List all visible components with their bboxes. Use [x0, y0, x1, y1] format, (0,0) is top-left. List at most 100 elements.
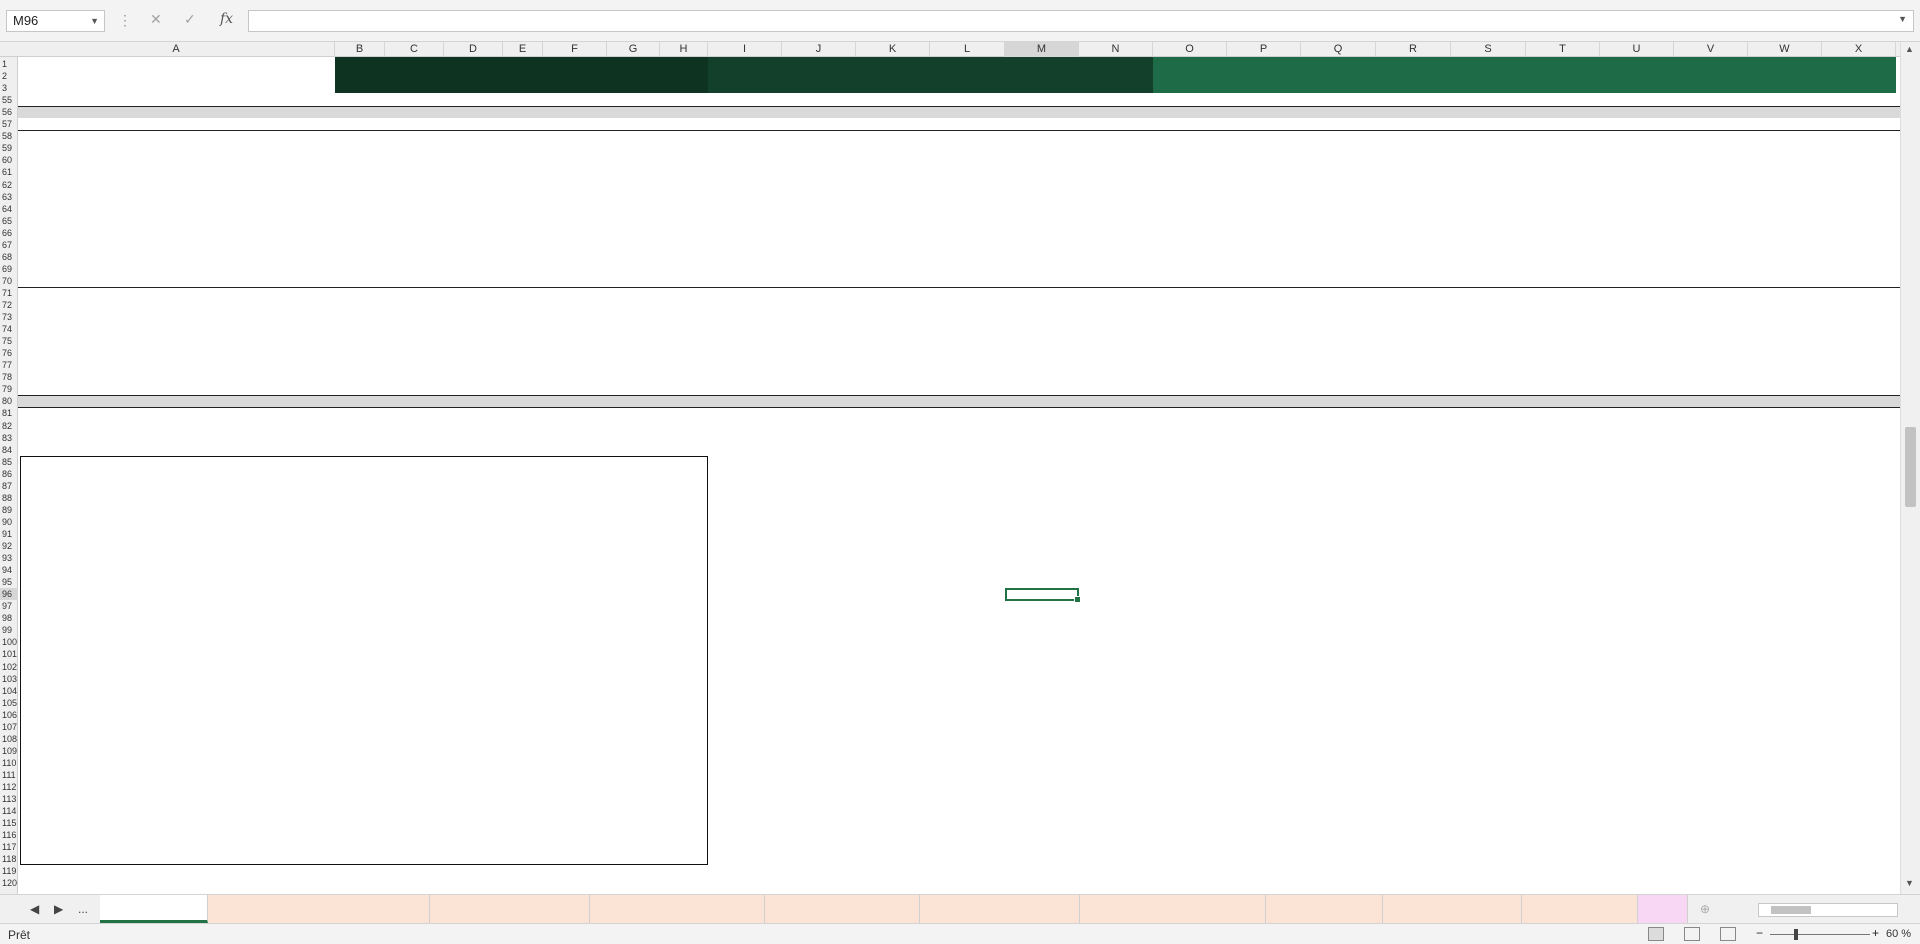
- recon-param-key[interactable]: [607, 516, 660, 528]
- cell-value[interactable]: [1528, 179, 1598, 191]
- recon-year[interactable]: [385, 564, 440, 576]
- cell-value[interactable]: [784, 191, 854, 203]
- cell-value[interactable]: [710, 347, 780, 359]
- row-header-90[interactable]: 90: [0, 516, 18, 528]
- row-header-104[interactable]: 104: [0, 685, 18, 697]
- name-box[interactable]: M96 ▼: [6, 10, 105, 32]
- cell-value[interactable]: [505, 191, 541, 203]
- cell-value[interactable]: [932, 227, 1003, 239]
- cell-value[interactable]: [1081, 347, 1151, 359]
- cell-value[interactable]: [1007, 179, 1077, 191]
- row-header-96[interactable]: 96: [0, 588, 18, 601]
- cell-value[interactable]: [1453, 227, 1524, 239]
- cell-value[interactable]: [1676, 407, 1746, 419]
- cell-value[interactable]: [1528, 166, 1598, 178]
- cell-value[interactable]: [1528, 335, 1598, 347]
- cell-value[interactable]: [1155, 154, 1225, 166]
- cell-value[interactable]: [545, 179, 605, 191]
- cell-value[interactable]: [1602, 154, 1672, 166]
- recon-param-key[interactable]: [607, 528, 660, 540]
- tab-debt-schedule[interactable]: [1522, 895, 1638, 923]
- cell-value[interactable]: [1378, 154, 1449, 166]
- recon-year[interactable]: [385, 528, 440, 540]
- cell-value[interactable]: [1824, 395, 1894, 407]
- recon-rate[interactable]: [444, 853, 499, 865]
- cell-value[interactable]: [609, 94, 658, 106]
- cell-value[interactable]: [545, 299, 605, 311]
- row-header-98[interactable]: 98: [0, 612, 18, 624]
- cell-value[interactable]: [1007, 323, 1077, 335]
- cell-value[interactable]: [932, 166, 1003, 178]
- page-break-view-icon[interactable]: [1720, 927, 1736, 941]
- cell-value[interactable]: [932, 203, 1003, 215]
- row-header-73[interactable]: 73: [0, 311, 18, 323]
- recon-rate[interactable]: [444, 552, 499, 564]
- tab-nol-schedule-unlevered[interactable]: [590, 895, 765, 923]
- cell-value[interactable]: [662, 94, 706, 106]
- cell-value[interactable]: [1750, 191, 1820, 203]
- cell-value[interactable]: [1378, 142, 1449, 154]
- column-header-k[interactable]: K: [856, 42, 930, 57]
- recon-rate[interactable]: [444, 600, 499, 612]
- cell-value[interactable]: [1528, 395, 1598, 407]
- row-header-91[interactable]: 91: [0, 528, 18, 540]
- cell-value[interactable]: [710, 191, 780, 203]
- scrollbar-thumb[interactable]: [1905, 427, 1916, 507]
- cell-value[interactable]: [858, 407, 928, 419]
- column-header-x[interactable]: X: [1822, 42, 1896, 57]
- cell-value[interactable]: [1750, 371, 1820, 383]
- row-header-108[interactable]: 108: [0, 733, 18, 745]
- cell-value[interactable]: [1528, 311, 1598, 323]
- cell-value[interactable]: [1453, 299, 1524, 311]
- cell-value[interactable]: [1155, 335, 1225, 347]
- cell-value[interactable]: [1081, 359, 1151, 371]
- cell-value[interactable]: [1602, 287, 1672, 299]
- cell-value[interactable]: [932, 287, 1003, 299]
- recon-year[interactable]: [385, 600, 440, 612]
- cell-value[interactable]: [1378, 371, 1449, 383]
- column-header-u[interactable]: U: [1600, 42, 1674, 57]
- cell-value[interactable]: [784, 359, 854, 371]
- cell-value[interactable]: [505, 323, 541, 335]
- recon-rate[interactable]: [444, 612, 499, 624]
- cell-value[interactable]: [1824, 371, 1894, 383]
- cell-value[interactable]: [662, 154, 706, 166]
- cell-value[interactable]: [858, 371, 928, 383]
- row-header-118[interactable]: 118: [0, 853, 18, 865]
- recon-param-key[interactable]: [607, 492, 660, 504]
- column-header-d[interactable]: D: [444, 42, 503, 57]
- cell-value[interactable]: [710, 203, 780, 215]
- zoom-in-button[interactable]: +: [1872, 926, 1879, 940]
- row-header-111[interactable]: 111: [0, 769, 18, 781]
- cell-value[interactable]: [446, 203, 501, 215]
- cell-value[interactable]: [1453, 142, 1524, 154]
- cell-value[interactable]: [662, 335, 706, 347]
- cell-value[interactable]: [387, 203, 442, 215]
- cell-value[interactable]: [1824, 407, 1894, 419]
- cell-value[interactable]: [1007, 371, 1077, 383]
- row-header-94[interactable]: 94: [0, 564, 18, 576]
- cell-value[interactable]: [1528, 347, 1598, 359]
- tab-intangibles-schedule[interactable]: [920, 895, 1080, 923]
- cell-value[interactable]: [1155, 166, 1225, 178]
- cell-value[interactable]: [505, 311, 541, 323]
- column-header-b[interactable]: B: [335, 42, 385, 57]
- cell-value[interactable]: [1528, 287, 1598, 299]
- cell-value[interactable]: [1602, 191, 1672, 203]
- cell-value[interactable]: [1229, 191, 1299, 203]
- cell-value[interactable]: [1378, 395, 1449, 407]
- cell-value[interactable]: [387, 287, 442, 299]
- cell-value[interactable]: [387, 142, 442, 154]
- cell-value[interactable]: [1824, 179, 1894, 191]
- cell-value[interactable]: [1824, 323, 1894, 335]
- cell-value[interactable]: [1155, 142, 1225, 154]
- cell-value[interactable]: [1007, 203, 1077, 215]
- row-header-105[interactable]: 105: [0, 697, 18, 709]
- cell-value[interactable]: [1750, 347, 1820, 359]
- recon-rate[interactable]: [444, 685, 499, 697]
- recon-rate[interactable]: [444, 817, 499, 829]
- cell-value[interactable]: [1824, 191, 1894, 203]
- row-header-114[interactable]: 114: [0, 805, 18, 817]
- row-header-58[interactable]: 58: [0, 130, 18, 142]
- tab-r-d-schedule[interactable]: [1266, 895, 1383, 923]
